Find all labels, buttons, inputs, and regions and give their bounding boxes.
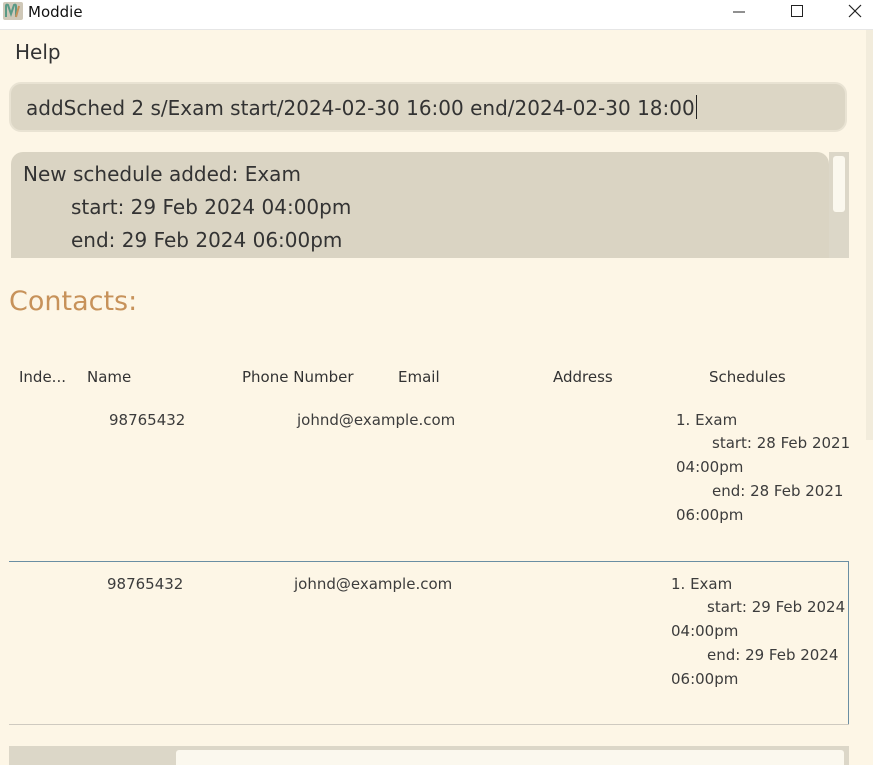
- column-header-email[interactable]: Email: [398, 368, 440, 386]
- result-line: New schedule added: Exam: [23, 162, 301, 186]
- column-header-name[interactable]: Name: [87, 368, 131, 386]
- row-schedule-line: end: 29 Feb 2024: [707, 646, 839, 664]
- result-line: end: 29 Feb 2024 06:00pm: [71, 228, 343, 252]
- column-header-index[interactable]: Inde...: [19, 368, 66, 386]
- column-header-address[interactable]: Address: [553, 368, 613, 386]
- contacts-title: Contacts:: [9, 286, 138, 317]
- minimize-button[interactable]: [716, 0, 762, 22]
- row-schedule-line: 04:00pm: [671, 622, 739, 640]
- command-input-value: addSched 2 s/Exam start/2024-02-30 16:00…: [26, 96, 695, 120]
- close-button[interactable]: [832, 0, 873, 22]
- row-schedule-line: 04:00pm: [676, 458, 744, 476]
- text-caret: [695, 95, 697, 119]
- column-header-phone[interactable]: Phone Number: [242, 368, 354, 386]
- result-scrollbar-thumb[interactable]: [833, 156, 845, 212]
- row-schedule-line: 06:00pm: [671, 670, 739, 688]
- row-email: johnd@example.com: [294, 575, 453, 593]
- row-schedule-line: start: 29 Feb 2024: [707, 598, 846, 616]
- result-display: New schedule added: Exam start: 29 Feb 2…: [11, 152, 829, 258]
- row-schedule-line: 06:00pm: [676, 506, 744, 524]
- column-header-schedules[interactable]: Schedules: [709, 368, 786, 386]
- minimize-icon: [733, 11, 745, 13]
- row-schedule-line: 1. Exam: [671, 575, 733, 593]
- app-logo-icon: [3, 2, 23, 20]
- title-bar: Moddie: [0, 0, 873, 30]
- close-icon: [848, 4, 862, 18]
- maximize-icon: [791, 5, 803, 17]
- command-input-box[interactable]: addSched 2 s/Exam start/2024-02-30 16:00…: [9, 82, 847, 132]
- row-schedule-line: start: 28 Feb 2021: [712, 434, 851, 452]
- horizontal-scrollbar-thumb[interactable]: [176, 750, 844, 765]
- row-schedule-line: end: 28 Feb 2021: [712, 482, 844, 500]
- horizontal-scrollbar[interactable]: [9, 746, 849, 765]
- row-email: johnd@example.com: [297, 411, 456, 429]
- menu-help[interactable]: Help: [15, 40, 61, 64]
- maximize-button[interactable]: [774, 0, 820, 22]
- result-line: start: 29 Feb 2024 04:00pm: [71, 195, 352, 219]
- row-phone: 98765432: [107, 575, 184, 593]
- window-title: Moddie: [28, 3, 83, 21]
- row-divider: [9, 724, 849, 725]
- page-scrollbar[interactable]: [866, 30, 873, 440]
- row-schedule-line: 1. Exam: [676, 411, 738, 429]
- command-input[interactable]: addSched 2 s/Exam start/2024-02-30 16:00…: [26, 95, 697, 120]
- row-phone: 98765432: [109, 411, 186, 429]
- result-scrollbar[interactable]: [829, 152, 849, 258]
